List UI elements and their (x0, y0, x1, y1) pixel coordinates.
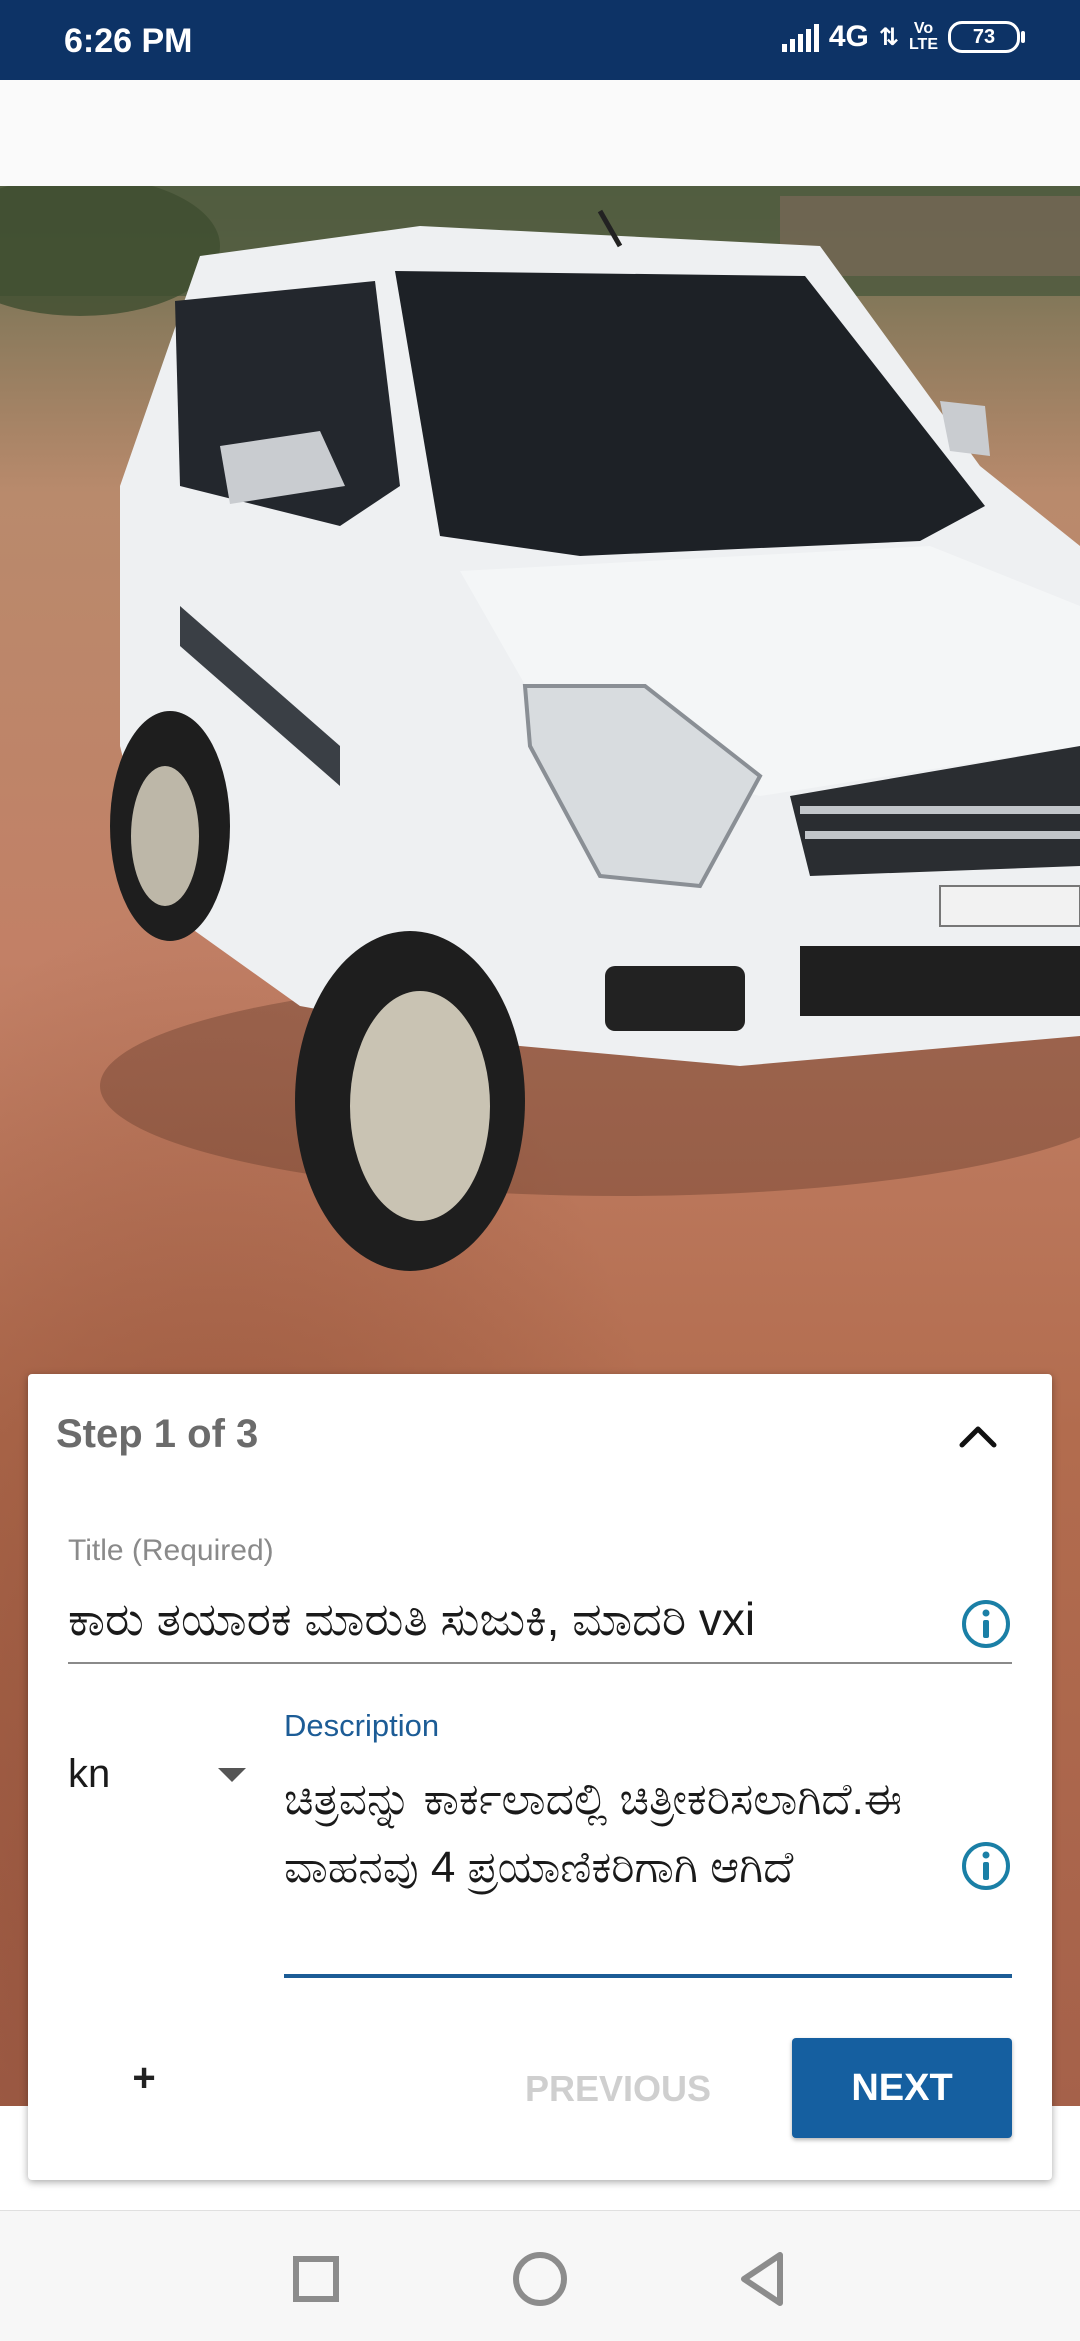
info-icon (962, 1600, 1010, 1648)
battery-level: 73 (972, 25, 996, 48)
description-field-label: Description (284, 1708, 440, 1743)
signal-icon (781, 22, 819, 52)
system-nav-bar (0, 2210, 1080, 2341)
title-field-underline (68, 1662, 1012, 1664)
home-button[interactable] (500, 2239, 580, 2319)
title-field[interactable]: ಕಾರು ತಯಾರಕ ಮಾರುತಿ ಸುಜುಕಿ, ಮಾದರಿ vxi (68, 1592, 968, 1648)
home-circle-icon (513, 2252, 567, 2306)
description-field-underline (284, 1974, 1012, 1978)
step-title: Step 1 of 3 (56, 1412, 259, 1456)
description-info-button[interactable] (960, 1840, 1012, 1892)
next-button[interactable]: NEXT (792, 2038, 1012, 2138)
previous-button[interactable]: PREVIOUS (508, 2054, 728, 2124)
volte-bottom: LTE (908, 36, 938, 53)
collapse-button[interactable] (946, 1404, 1010, 1468)
back-triangle-icon (741, 2252, 783, 2306)
chevron-up-icon (959, 1426, 997, 1448)
toolbar (0, 80, 1080, 186)
title-info-button[interactable] (960, 1598, 1012, 1650)
dropdown-arrow-icon (218, 1768, 246, 1782)
language-dropdown[interactable]: kn (68, 1744, 268, 1804)
volte-icon: Vo LTE (909, 21, 938, 53)
upload-step-card: Step 1 of 3 Title (Required) ಕಾರು ತಯಾರಕ … (28, 1374, 1052, 2180)
status-time: 6:26 PM (64, 22, 193, 60)
network-type: 4G (828, 20, 869, 53)
add-description-button[interactable]: + (104, 2038, 184, 2118)
volte-top: Vo (913, 20, 934, 37)
data-arrows-icon: ⇅ (878, 23, 899, 51)
language-value: kn (68, 1752, 111, 1796)
battery-icon: 73 (948, 21, 1025, 53)
info-icon (962, 1842, 1010, 1890)
recents-square-icon (293, 2256, 339, 2302)
title-field-label: Title (Required) (68, 1534, 274, 1567)
status-icons: 4G ⇅ Vo LTE 73 (781, 20, 1025, 54)
description-field[interactable]: ಚಿತ್ರವನ್ನು ಕಾರ್ಕಲಾದಲ್ಲಿ ಚಿತ್ರೀಕರಿಸಲಾಗಿದೆ… (284, 1766, 944, 1902)
recents-button[interactable] (276, 2239, 356, 2319)
back-button[interactable] (724, 2239, 804, 2319)
status-bar: 6:26 PM 4G ⇅ Vo LTE 73 (0, 0, 1080, 80)
